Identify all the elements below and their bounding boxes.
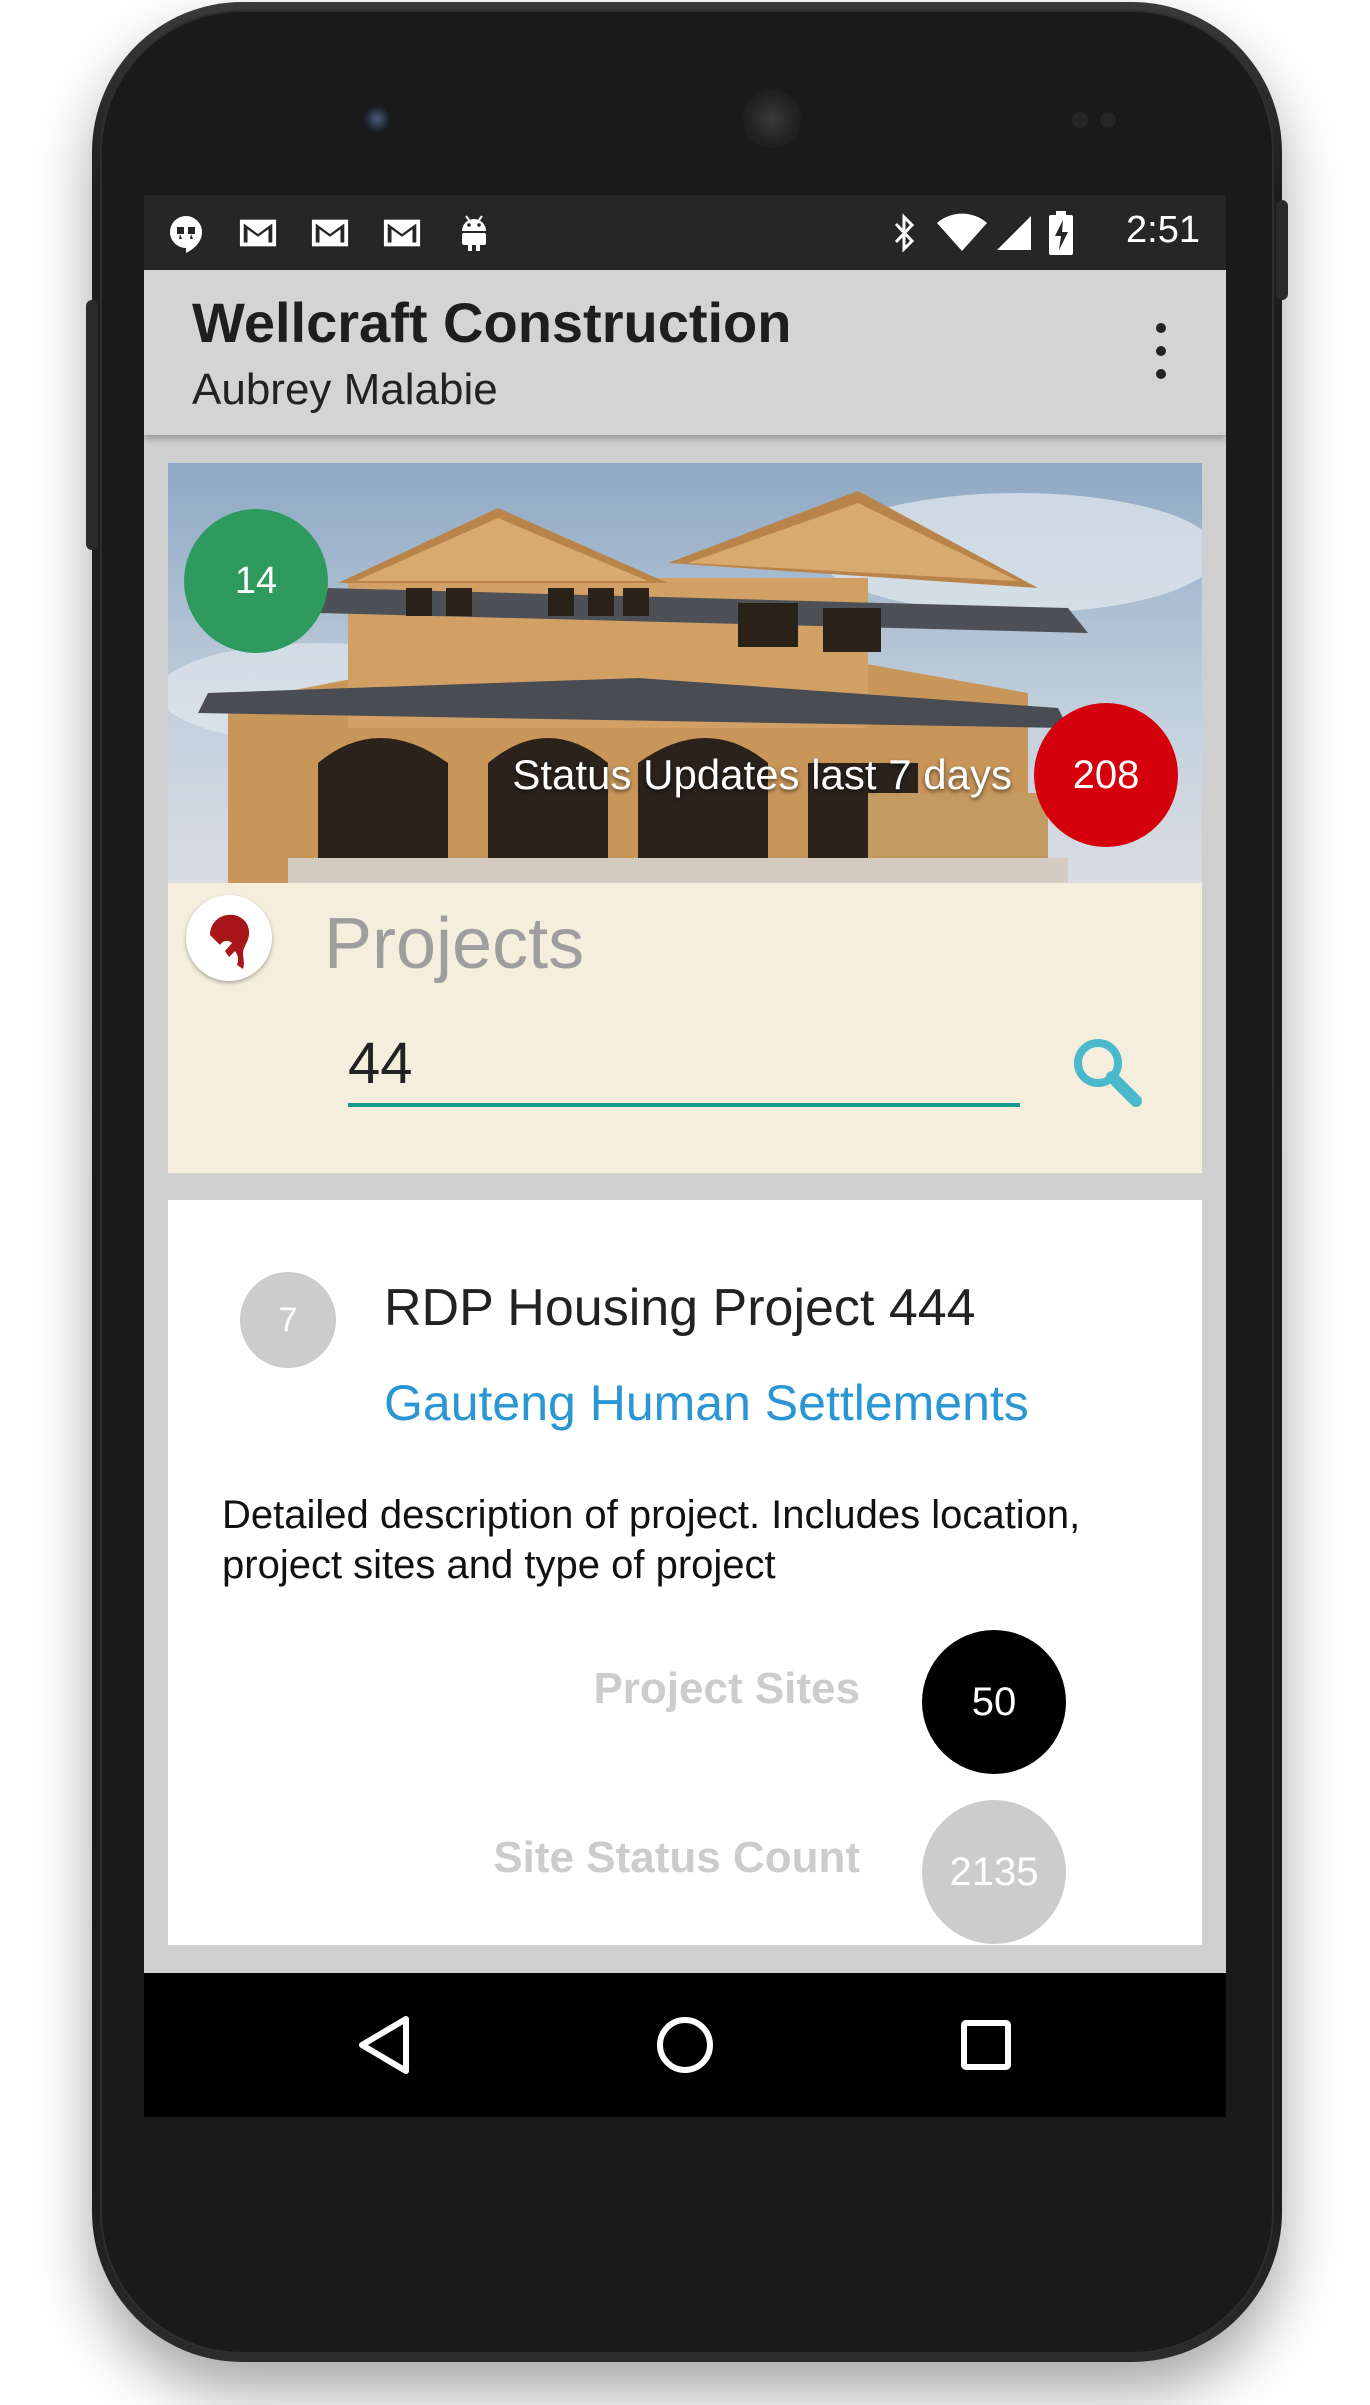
overflow-menu-icon[interactable] <box>1154 323 1168 379</box>
user-name: Aubrey Malabie <box>192 365 498 414</box>
site-status-count-label: Site Status Count <box>493 1833 860 1882</box>
projects-title: Projects <box>324 904 585 984</box>
home-icon[interactable] <box>653 2013 717 2077</box>
house-photo <box>168 463 1202 883</box>
site-status-count[interactable]: 2135 <box>922 1800 1066 1944</box>
project-sites-label: Project Sites <box>593 1664 860 1713</box>
app-bar: Wellcraft Construction Aubrey Malabie <box>144 270 1226 435</box>
cell-signal-icon <box>994 213 1034 253</box>
search-icon[interactable] <box>1068 1033 1148 1113</box>
project-search-input[interactable] <box>348 1023 1020 1107</box>
earpiece-speaker <box>743 90 801 148</box>
client-name-link[interactable]: Gauteng Human Settlements <box>384 1374 1029 1432</box>
project-name: RDP Housing Project 444 <box>384 1279 976 1337</box>
gmail-icon <box>310 213 350 253</box>
android-icon <box>454 213 494 253</box>
projects-search-panel: Projects <box>168 883 1202 1173</box>
phone-screen: 2:51 Wellcraft Construction Aubrey Malab… <box>144 195 1226 2117</box>
front-camera <box>364 106 390 132</box>
wifi-icon <box>934 213 990 253</box>
hangouts-icon <box>166 213 206 253</box>
battery-charging-icon <box>1046 211 1076 255</box>
power-button <box>1276 200 1288 300</box>
project-description: Detailed description of project. Include… <box>222 1493 1081 1587</box>
project-card[interactable]: 7 RDP Housing Project 444 Gauteng Human … <box>168 1200 1202 1945</box>
app-title: Wellcraft Construction <box>192 291 792 354</box>
project-sites-count[interactable]: 50 <box>922 1630 1066 1774</box>
recent-count-badge[interactable]: 14 <box>184 509 328 653</box>
bluetooth-icon <box>884 213 924 253</box>
recents-icon[interactable] <box>954 2013 1018 2077</box>
gmail-icon <box>238 213 278 253</box>
volume-button <box>86 300 98 550</box>
back-icon[interactable] <box>352 2013 416 2077</box>
company-logo <box>186 895 272 981</box>
light-sensor <box>1100 112 1116 128</box>
proximity-sensor <box>1072 112 1088 128</box>
clock: 2:51 <box>1126 209 1200 251</box>
status-updates-label: Status Updates last 7 days <box>512 751 1012 798</box>
project-hero-image: 14 Status Updates last 7 days 208 <box>168 463 1202 883</box>
gmail-icon <box>382 213 422 253</box>
project-number-badge: 7 <box>240 1272 336 1368</box>
status-updates-badge[interactable]: 208 <box>1034 703 1178 847</box>
system-nav-bar <box>144 1973 1226 2117</box>
status-bar: 2:51 <box>144 195 1226 270</box>
